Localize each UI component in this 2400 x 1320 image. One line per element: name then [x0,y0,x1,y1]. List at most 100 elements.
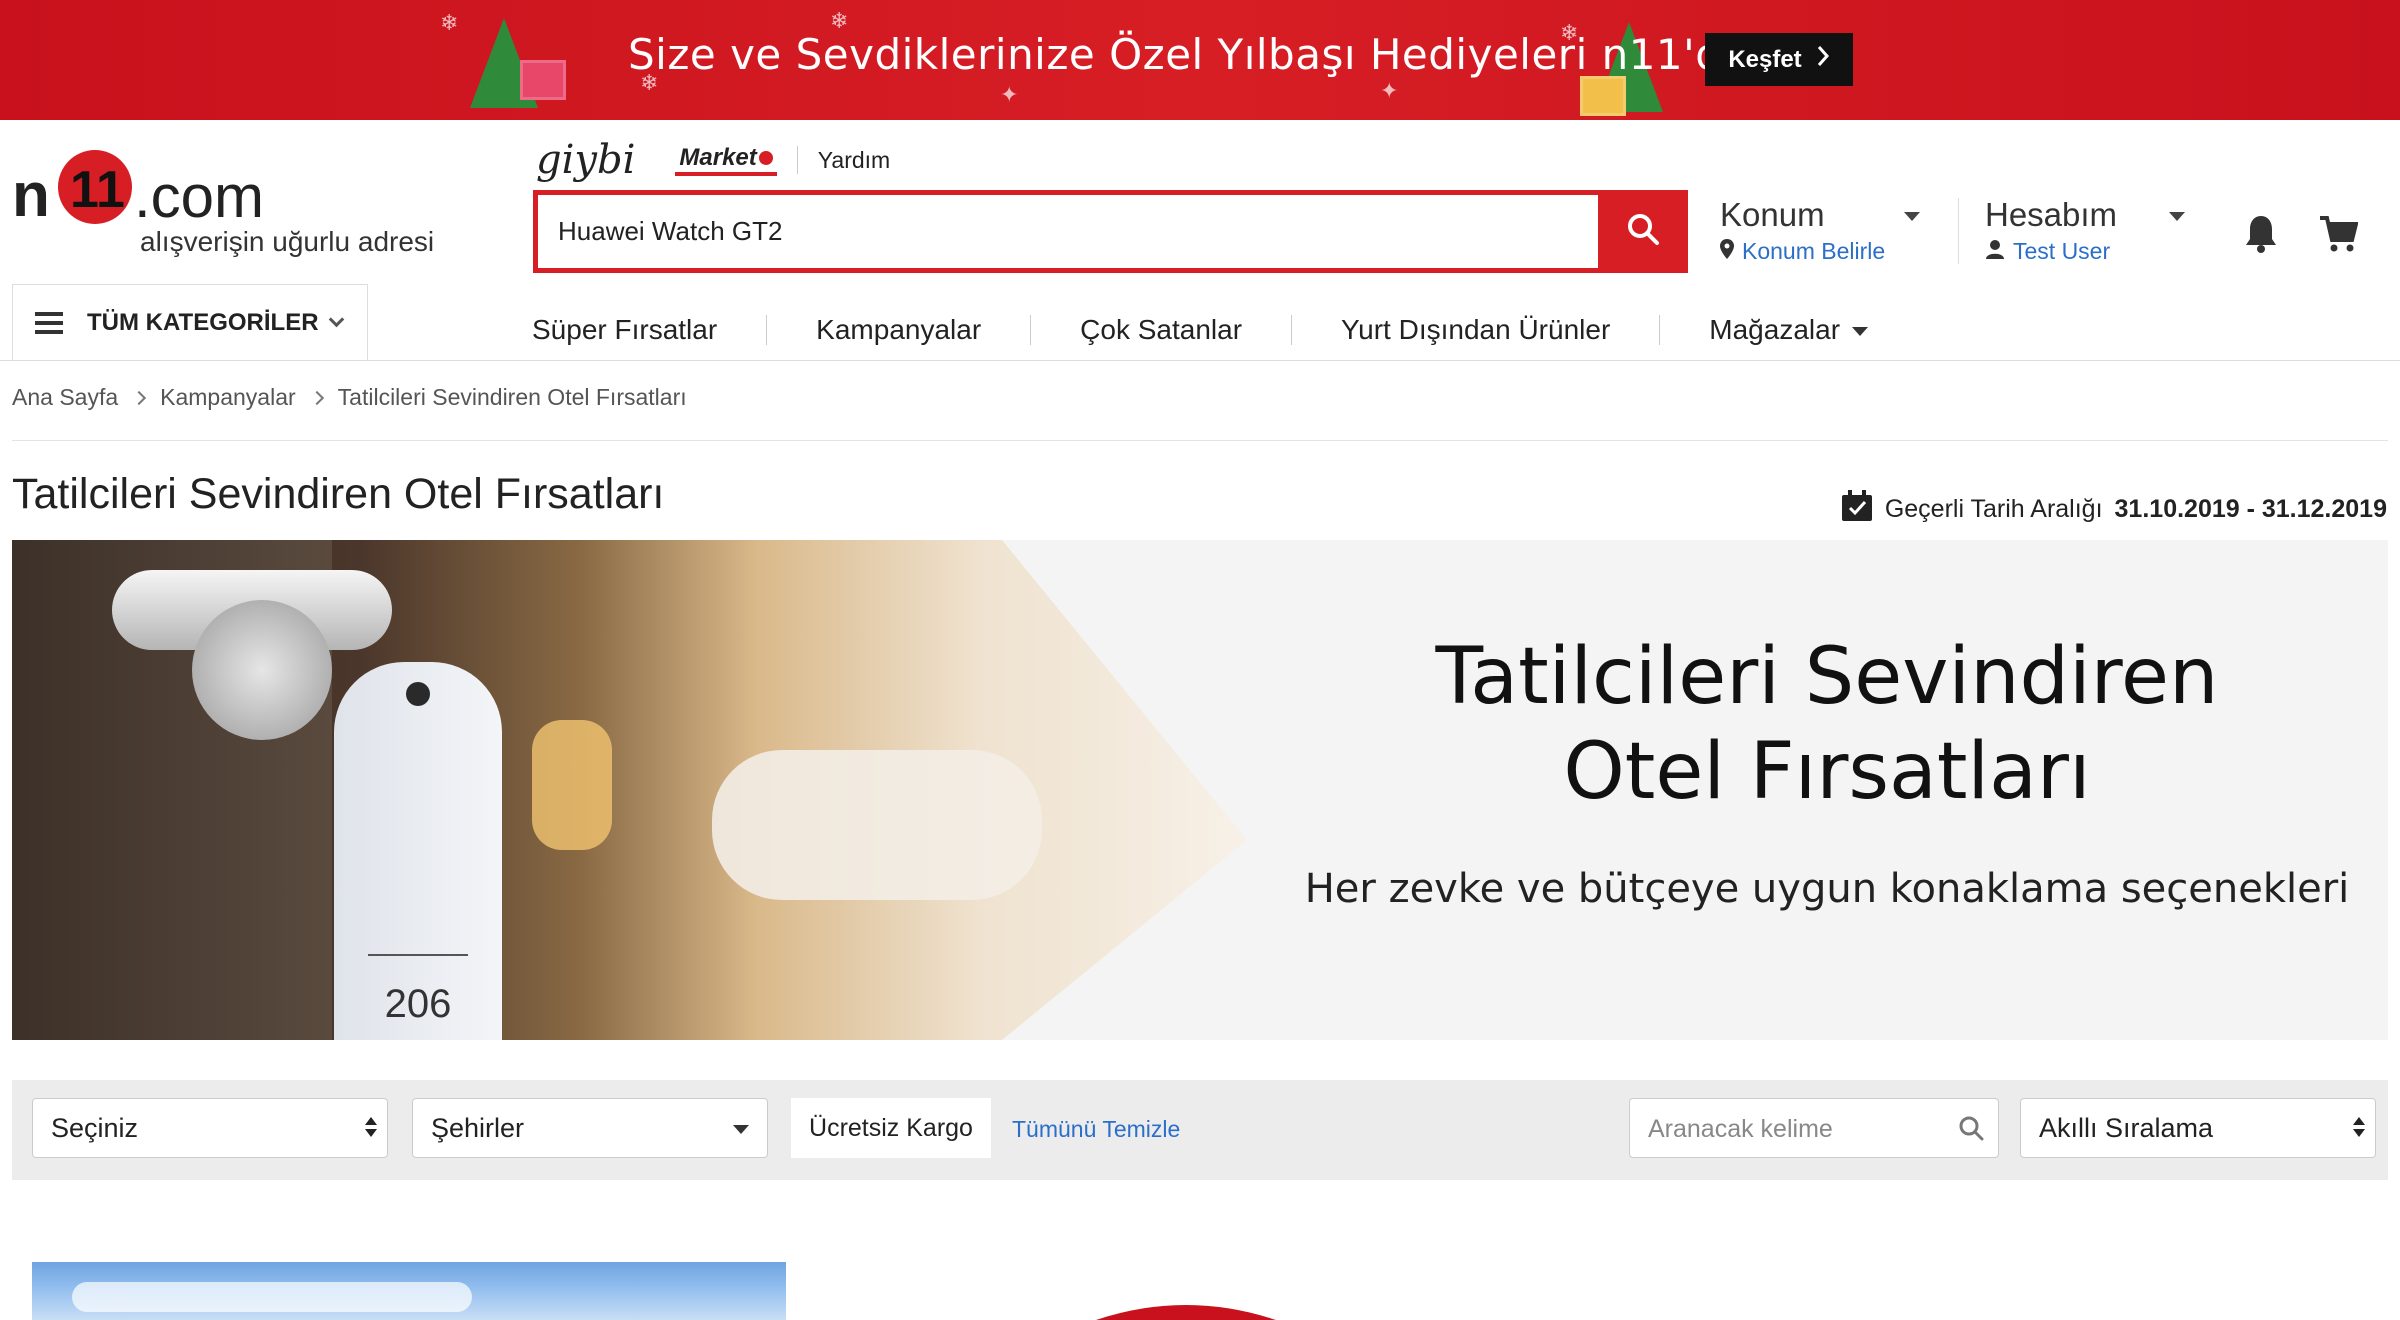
site-logo[interactable]: n 11 .com alışverişin uğurlu adresi [12,140,434,257]
pillow-image [712,750,1042,900]
room-key-tag: 206 [334,662,502,1040]
caret-down-icon [1904,212,1920,221]
caret-down-icon [1852,327,1869,337]
nav-divider [0,360,2400,361]
keyword-search-input[interactable] [1648,1111,1938,1147]
search-icon [1626,212,1660,251]
caret-down-icon [733,1125,749,1134]
free-shipping-filter[interactable]: Ücretsiz Kargo [791,1098,991,1158]
category-select-value: Seçiniz [51,1112,139,1143]
key-tag-hole [406,682,430,706]
sky-image [72,1282,472,1312]
menu-item-campaigns[interactable]: Kampanyalar [816,314,981,346]
snowflake-icon: ✦ [1380,78,1399,103]
all-categories-button[interactable]: TÜM KATEGORİLER [12,284,368,360]
hero-heading: Tatilcileri Sevindiren Otel Fırsatları [1202,630,2388,820]
chevron-right-icon [309,390,324,405]
page-title: Tatilcileri Sevindiren Otel Fırsatları [12,470,665,518]
market-link[interactable]: Market [675,144,777,176]
help-link[interactable]: Yardım [818,147,890,174]
chevron-right-icon [132,390,147,405]
hero-subheading: Her zevke ve bütçeye uygun konaklama seç… [1304,866,2350,912]
product-card-image[interactable] [32,1262,786,1320]
logo-letter: n [12,161,50,230]
promo-discover-label: Keşfet [1728,45,1802,73]
market-label: Market [679,144,757,171]
giybi-link[interactable]: giybi [536,137,635,183]
hero-heading-line2: Otel Fırsatları [1563,727,2091,817]
key-tag-line [368,954,468,956]
validity-label: Geçerli Tarih Aralığı [1884,495,2103,523]
menu-item-best-sellers[interactable]: Çok Satanlar [1080,314,1242,346]
breadcrumb: Ana Sayfa Kampanyalar Tatilcileri Sevind… [12,384,687,411]
logo-domain: .com [134,163,265,230]
divider [1958,198,1959,264]
gift-icon [520,60,566,100]
campaign-hero-banner: 206 Tatilcileri Sevindiren Otel Fırsatla… [12,540,2388,1040]
search-bar [533,190,1688,273]
search-icon[interactable] [1958,1115,1984,1146]
clear-all-link[interactable]: Tümünü Temizle [1012,1116,1180,1143]
logo-tagline: alışverişin uğurlu adresi [140,226,435,257]
chevron-right-icon [1816,45,1830,74]
city-select[interactable]: Şehirler [412,1098,768,1158]
calendar-check-icon [1841,490,1873,529]
user-icon [1985,238,2005,265]
logo-number: 11 [70,161,125,219]
gift-icon [1580,76,1626,116]
location-label: Konum [1720,196,1825,233]
location-pin-icon [1720,238,1734,265]
breadcrumb-home[interactable]: Ana Sayfa [12,384,118,411]
city-select-value: Şehirler [431,1112,525,1143]
all-categories-label: TÜM KATEGORİLER [87,308,319,336]
breadcrumb-divider [12,440,2388,441]
lamp-image [532,720,612,850]
keyword-search-box [1629,1098,1999,1158]
cart-icon[interactable] [2318,214,2359,259]
promo-banner[interactable]: ❄ ❄ ❄ ❄ ✦ ✦ Size ve Sevdiklerinize Özel … [0,0,2400,120]
door-knob-image [192,600,332,740]
menu-item-stores-label: Mağazalar [1709,314,1841,345]
ladybug-logo-icon: 11 [58,150,132,224]
sort-select[interactable]: Akıllı Sıralama [2020,1098,2376,1158]
account-user-link[interactable]: Test User [1985,238,2185,265]
chevron-down-icon [328,311,344,328]
location-set-label: Konum Belirle [1742,238,1886,264]
account-label: Hesabım [1985,196,2118,233]
caret-down-icon [2169,212,2185,221]
hotel-logo-image[interactable] [1096,1300,1276,1320]
account-user-name: Test User [2013,238,2111,264]
breadcrumb-campaigns[interactable]: Kampanyalar [160,384,296,411]
top-sublinks: giybi Market Yardım [536,135,890,185]
hero-heading-line1: Tatilcileri Sevindiren [1435,632,2219,722]
sort-select-value: Akıllı Sıralama [2039,1112,2214,1143]
validity-dates: 31.10.2019 - 31.12.2019 [2114,495,2387,523]
divider [796,146,798,174]
account-menu[interactable]: Hesabım Test User [1985,196,2185,265]
divider [1659,315,1661,345]
category-select[interactable]: Seçiniz [32,1098,388,1158]
divider [1030,315,1032,345]
ladybug-icon [758,151,773,165]
snowflake-icon: ✦ [1000,82,1019,107]
search-button[interactable] [1598,190,1688,273]
main-menu: Süper Fırsatlar Kampanyalar Çok Satanlar… [532,308,1869,352]
select-arrows-icon [365,1117,377,1137]
promo-title: Size ve Sevdiklerinize Özel Yılbaşı Hedi… [628,30,1749,79]
menu-item-super-deals[interactable]: Süper Fırsatlar [532,314,717,346]
hamburger-icon [35,307,63,339]
bell-icon[interactable] [2244,214,2278,259]
divider [766,315,768,345]
filter-bar: Seçiniz Şehirler Ücretsiz Kargo Tümünü T… [12,1080,2388,1180]
location-set-link[interactable]: Konum Belirle [1720,238,1920,265]
location-menu[interactable]: Konum Konum Belirle [1720,196,1920,265]
menu-item-stores[interactable]: Mağazalar [1709,314,1869,346]
validity-range: Geçerli Tarih Aralığı 31.10.2019 - 31.12… [1841,490,2387,529]
search-input[interactable] [558,209,1558,254]
room-number: 206 [384,982,452,1026]
menu-item-overseas-products[interactable]: Yurt Dışından Ürünler [1341,314,1610,346]
breadcrumb-current: Tatilcileri Sevindiren Otel Fırsatları [337,384,687,410]
divider [1291,315,1293,345]
promo-discover-button[interactable]: Keşfet [1705,33,1853,86]
hotel-room-photo: 206 [12,540,1247,1040]
